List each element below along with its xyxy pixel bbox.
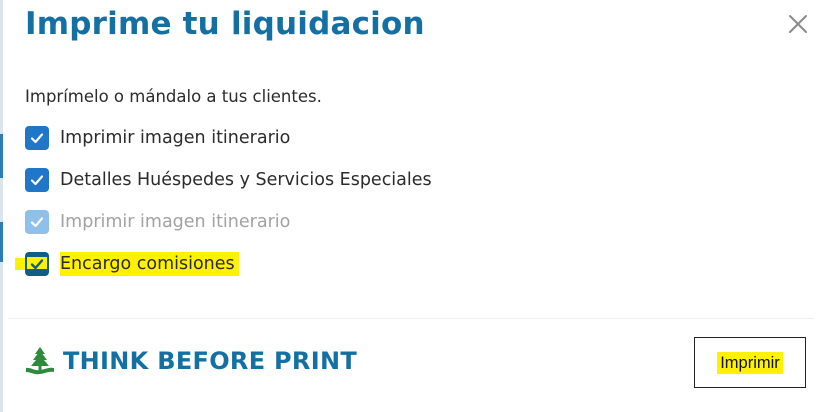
modal-title: Imprime tu liquidacion xyxy=(25,6,425,42)
check-icon xyxy=(30,217,44,228)
print-button-label: Imprimir xyxy=(717,351,783,374)
check-icon xyxy=(30,175,44,186)
close-button[interactable] xyxy=(786,12,810,36)
option-checkbox[interactable] xyxy=(25,252,49,276)
background-edge xyxy=(0,0,3,412)
option-checkbox xyxy=(25,210,49,234)
check-icon xyxy=(30,133,44,144)
background-accent xyxy=(0,134,3,178)
think-before-print: THINK BEFORE PRINT xyxy=(25,346,357,376)
option-checkbox[interactable] xyxy=(25,168,49,192)
check-icon xyxy=(30,259,44,270)
background-accent xyxy=(0,222,3,262)
footer-divider xyxy=(8,318,814,319)
option-encargo-comisiones[interactable]: Encargo comisiones xyxy=(15,252,432,276)
close-icon xyxy=(789,15,807,33)
print-button[interactable]: Imprimir xyxy=(694,337,806,388)
option-label: Imprimir imagen itinerario xyxy=(60,128,291,148)
print-modal: Imprime tu liquidacion Imprímelo o mánda… xyxy=(0,0,822,412)
option-label: Encargo comisiones xyxy=(60,252,239,276)
modal-subtitle: Imprímelo o mándalo a tus clientes. xyxy=(25,87,322,106)
option-checkbox[interactable] xyxy=(25,126,49,150)
think-before-print-text: THINK BEFORE PRINT xyxy=(63,347,357,375)
option-detalles-huespedes[interactable]: Detalles Huéspedes y Servicios Especiale… xyxy=(25,168,432,192)
option-label: Imprimir imagen itinerario xyxy=(60,212,291,232)
option-label: Detalles Huéspedes y Servicios Especiale… xyxy=(60,170,432,190)
option-imprimir-imagen-itinerario[interactable]: Imprimir imagen itinerario xyxy=(25,126,432,150)
print-options-list: Imprimir imagen itinerario Detalles Hués… xyxy=(15,126,432,294)
option-imprimir-imagen-itinerario-disabled: Imprimir imagen itinerario xyxy=(25,210,432,234)
tree-icon xyxy=(26,347,54,375)
